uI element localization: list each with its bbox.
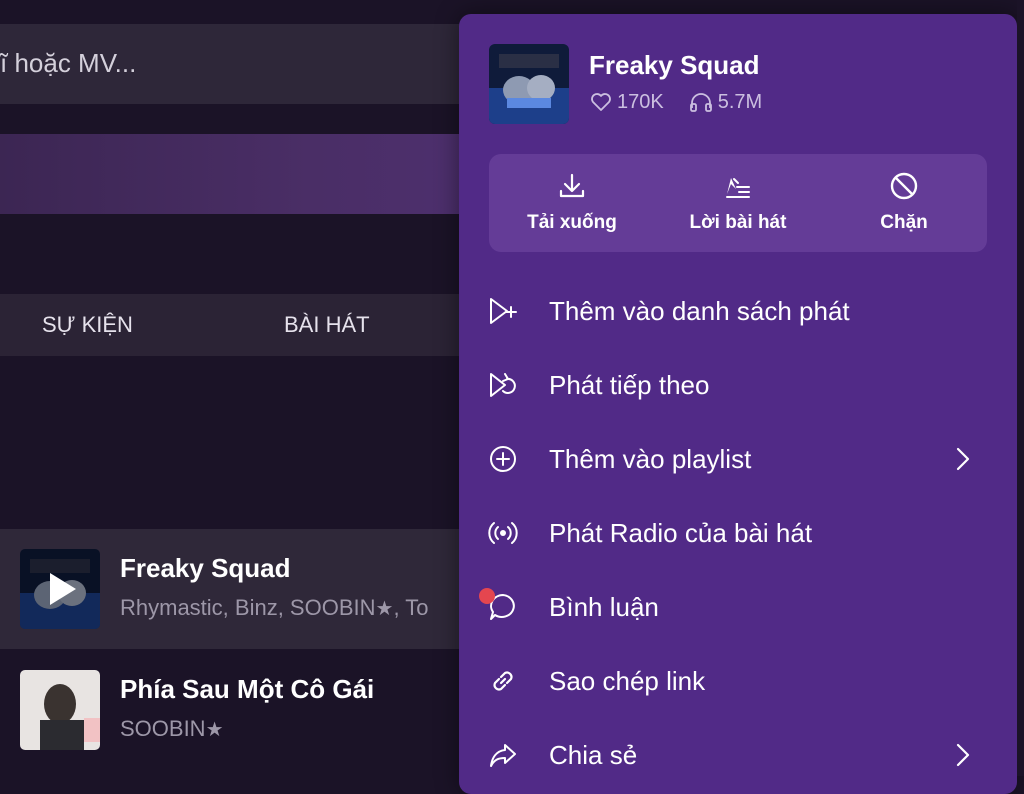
menu-item-share[interactable]: Chia sẻ (459, 718, 1017, 792)
menu-song-thumbnail (489, 44, 569, 124)
lyrics-label: Lời bài hát (689, 212, 787, 233)
quick-actions: Tải xuống Lời bài hát Chặn (489, 154, 987, 252)
menu-item-add-to-queue[interactable]: Thêm vào danh sách phát (459, 274, 1017, 348)
heart-icon (591, 93, 611, 111)
song-artist[interactable]: SOOBIN★ (120, 716, 224, 742)
block-button[interactable]: Chặn (821, 154, 987, 252)
menu-item-comment[interactable]: Bình luận (459, 570, 1017, 644)
lyrics-icon (726, 178, 750, 198)
star-icon: ★ (375, 598, 394, 620)
lyrics-button[interactable]: Lời bài hát (655, 154, 821, 252)
menu-item-label: Phát Radio của bài hát (549, 518, 813, 548)
search-placeholder: ĩ hoặc MV... (0, 48, 137, 78)
song-stats: 170K 5.7M (589, 88, 762, 116)
menu-item-label: Chia sẻ (549, 740, 638, 770)
download-button[interactable]: Tải xuống (489, 154, 655, 252)
menu-item-label: Phát tiếp theo (549, 370, 710, 400)
banner (0, 134, 520, 214)
tab-bar: SỰ KIỆN BÀI HÁT (0, 294, 520, 356)
link-icon (493, 671, 513, 691)
menu-item-play-next[interactable]: Phát tiếp theo (459, 348, 1017, 422)
listens-count: 5.7M (717, 90, 763, 113)
song-title[interactable]: Freaky Squad (120, 553, 291, 584)
download-icon (559, 173, 585, 198)
block-label: Chặn (880, 212, 928, 233)
context-menu: Freaky Squad 170K 5.7M Tải xuống Lời bài… (459, 14, 1017, 794)
menu-item-label: Thêm vào playlist (549, 444, 752, 474)
headphones-icon (689, 93, 712, 112)
song-row[interactable]: Freaky Squad Rhymastic, Binz, SOOBIN★, T… (0, 529, 520, 649)
song-thumbnail[interactable] (20, 670, 100, 750)
song-row[interactable]: Phía Sau Một Cô Gái SOOBIN★ (0, 650, 520, 770)
play-next-icon (490, 373, 516, 397)
radio-icon (488, 522, 518, 544)
download-label: Tải xuống (527, 212, 617, 233)
add-to-queue-icon (490, 298, 517, 324)
star-icon: ★ (205, 719, 224, 741)
add-circle-icon (490, 446, 516, 472)
song-title[interactable]: Phía Sau Một Cô Gái (120, 674, 374, 705)
chevron-right-icon (956, 447, 970, 471)
search-bar[interactable]: ĩ hoặc MV... (0, 24, 520, 104)
chevron-right-icon (956, 743, 970, 767)
right-edge (1017, 0, 1024, 776)
menu-item-radio[interactable]: Phát Radio của bài hát (459, 496, 1017, 570)
tab-events[interactable]: SỰ KIỆN (42, 294, 133, 356)
notification-dot (479, 588, 495, 604)
share-icon (490, 744, 516, 767)
menu-item-add-to-playlist[interactable]: Thêm vào playlist (459, 422, 1017, 496)
menu-item-label: Thêm vào danh sách phát (549, 296, 850, 326)
artist-names[interactable]: Rhymastic, Binz, SOOBIN (120, 595, 376, 620)
menu-item-copy-link[interactable]: Sao chép link (459, 644, 1017, 718)
song-thumbnail[interactable] (20, 549, 100, 629)
menu-song-title: Freaky Squad (589, 50, 760, 80)
tab-songs[interactable]: BÀI HÁT (284, 294, 370, 356)
menu-item-label: Bình luận (549, 592, 659, 622)
menu-item-label: Sao chép link (549, 666, 706, 696)
likes-count: 170K (617, 90, 664, 113)
artist-names-tail[interactable]: , To (393, 595, 428, 620)
song-artist[interactable]: Rhymastic, Binz, SOOBIN★, To (120, 595, 429, 621)
block-icon (890, 172, 918, 200)
artist-names[interactable]: SOOBIN (120, 716, 206, 741)
